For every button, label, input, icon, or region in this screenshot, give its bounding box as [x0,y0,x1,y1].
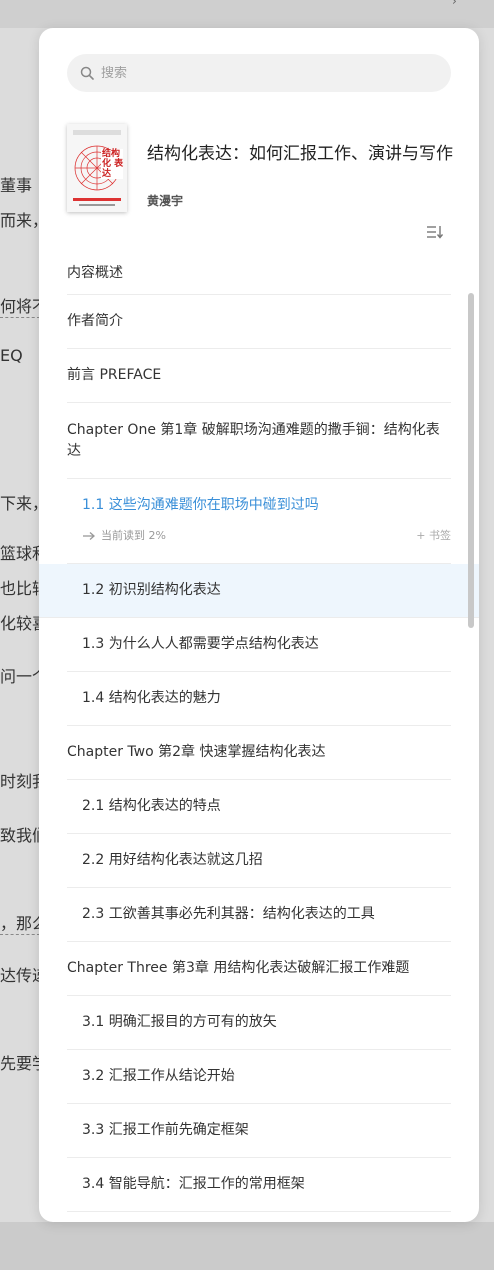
book-title: 结构化表达：如何汇报工作、演讲与写作 [147,144,453,164]
bg-text-line: 先要学 [0,1054,40,1073]
toc-item[interactable]: Chapter Three 第3章 用结构化表达破解汇报工作难题 [67,942,451,996]
bg-text-line: 何将不 [0,293,40,318]
toc-item[interactable]: 1.3 为什么人人都需要学点结构化表达 [67,618,451,672]
search-input[interactable] [101,65,401,81]
toc-item-label: 内容概述 [67,264,123,281]
bg-text-line: 致我们 [0,826,40,845]
toc-panel: 结构化 表达 结构化表达：如何汇报工作、演讲与写作 黄漫宇 内容概述 作者简介 … [39,28,479,1222]
book-cover: 结构化 表达 [67,124,127,212]
toc-list: 内容概述 作者简介 前言 PREFACE Chapter One 第1章 破解职… [39,252,479,1212]
toc-item[interactable]: 3.3 汇报工作前先确定框架 [67,1104,451,1158]
bg-text-line: 达传递 [0,966,40,985]
bg-text-line: ，那么 [0,910,40,935]
bg-text-line: 篮球和 [0,544,40,563]
sort-icon[interactable] [425,224,443,240]
toc-item[interactable]: 前言 PREFACE [67,349,451,403]
bg-text-line: 也比较 [0,579,40,598]
scrollbar-thumb[interactable] [468,293,474,628]
toc-item-label: 2.1 结构化表达的特点 [82,798,221,814]
add-bookmark-button[interactable]: + 书签 [416,525,451,546]
toc-item-label: 2.3 工欲善其事必先利其器：结构化表达的工具 [82,906,375,922]
toc-item[interactable]: 1.4 结构化表达的魅力 [67,672,451,726]
toc-item-label: 作者简介 [67,313,123,329]
bg-text-line: EQ [0,346,23,365]
toc-item-label: 前言 PREFACE [67,367,162,383]
bg-text-line: 而来， [0,211,40,230]
bg-text-line: 化较喜 [0,614,40,633]
toc-item-label: 3.1 明确汇报目的方可有的放矢 [82,1014,277,1030]
reading-progress-row: 当前读到 2% + 书签 [82,525,451,546]
bg-text-line: 下来， [0,494,40,513]
toc-item-current[interactable]: 1.1 这些沟通难题你在职场中碰到过吗 当前读到 2% + 书签 [67,479,451,564]
toc-item-label: 1.3 为什么人人都需要学点结构化表达 [82,636,319,652]
bg-text-line: 时刻我 [0,772,40,791]
toc-item-label: 2.2 用好结构化表达就这几招 [82,852,263,868]
toc-item[interactable]: 3.4 智能导航：汇报工作的常用框架 [67,1158,451,1212]
toc-item[interactable]: 1.2 初识别结构化表达 [39,564,479,618]
toc-item-label: 3.3 汇报工作前先确定框架 [82,1122,249,1138]
toc-item[interactable]: 内容概述 [67,252,451,295]
bg-text-line: 董事 [0,176,33,195]
search-bar[interactable] [67,54,451,92]
toc-item-label: Chapter One 第1章 破解职场沟通难题的撒手锏：结构化表达 [67,421,440,459]
book-cover-title: 结构化 表达 [102,149,124,179]
toc-item[interactable]: 2.2 用好结构化表达就这几招 [67,834,451,888]
bottom-strip [0,1222,494,1270]
toc-item[interactable]: 3.1 明确汇报目的方可有的放矢 [67,996,451,1050]
toc-item[interactable]: 3.2 汇报工作从结论开始 [67,1050,451,1104]
toc-item[interactable]: Chapter One 第1章 破解职场沟通难题的撒手锏：结构化表达 [67,403,451,479]
toc-item[interactable]: 2.1 结构化表达的特点 [67,780,451,834]
bg-text-line: 问一个 [0,667,40,686]
toc-item-label: 1.1 这些沟通难题你在职场中碰到过吗 [82,497,319,513]
toc-item[interactable]: 作者简介 [67,295,451,349]
toc-item-label: Chapter Two 第2章 快速掌握结构化表达 [67,744,326,760]
toc-item-label: 1.2 初识别结构化表达 [82,582,221,598]
book-author: 黄漫宇 [147,194,184,208]
search-icon [80,66,94,80]
arrow-right-icon [83,531,95,540]
corner-icon[interactable]: › [452,0,468,8]
toc-item-label: 1.4 结构化表达的魅力 [82,690,221,706]
toc-item-label: 3.2 汇报工作从结论开始 [82,1068,235,1084]
toc-item-label: Chapter Three 第3章 用结构化表达破解汇报工作难题 [67,960,410,976]
toc-item[interactable]: Chapter Two 第2章 快速掌握结构化表达 [67,726,451,780]
reading-progress-text: 当前读到 2% [101,529,166,542]
toc-item-label: 3.4 智能导航：汇报工作的常用框架 [82,1176,305,1192]
toc-item[interactable]: 2.3 工欲善其事必先利其器：结构化表达的工具 [67,888,451,942]
